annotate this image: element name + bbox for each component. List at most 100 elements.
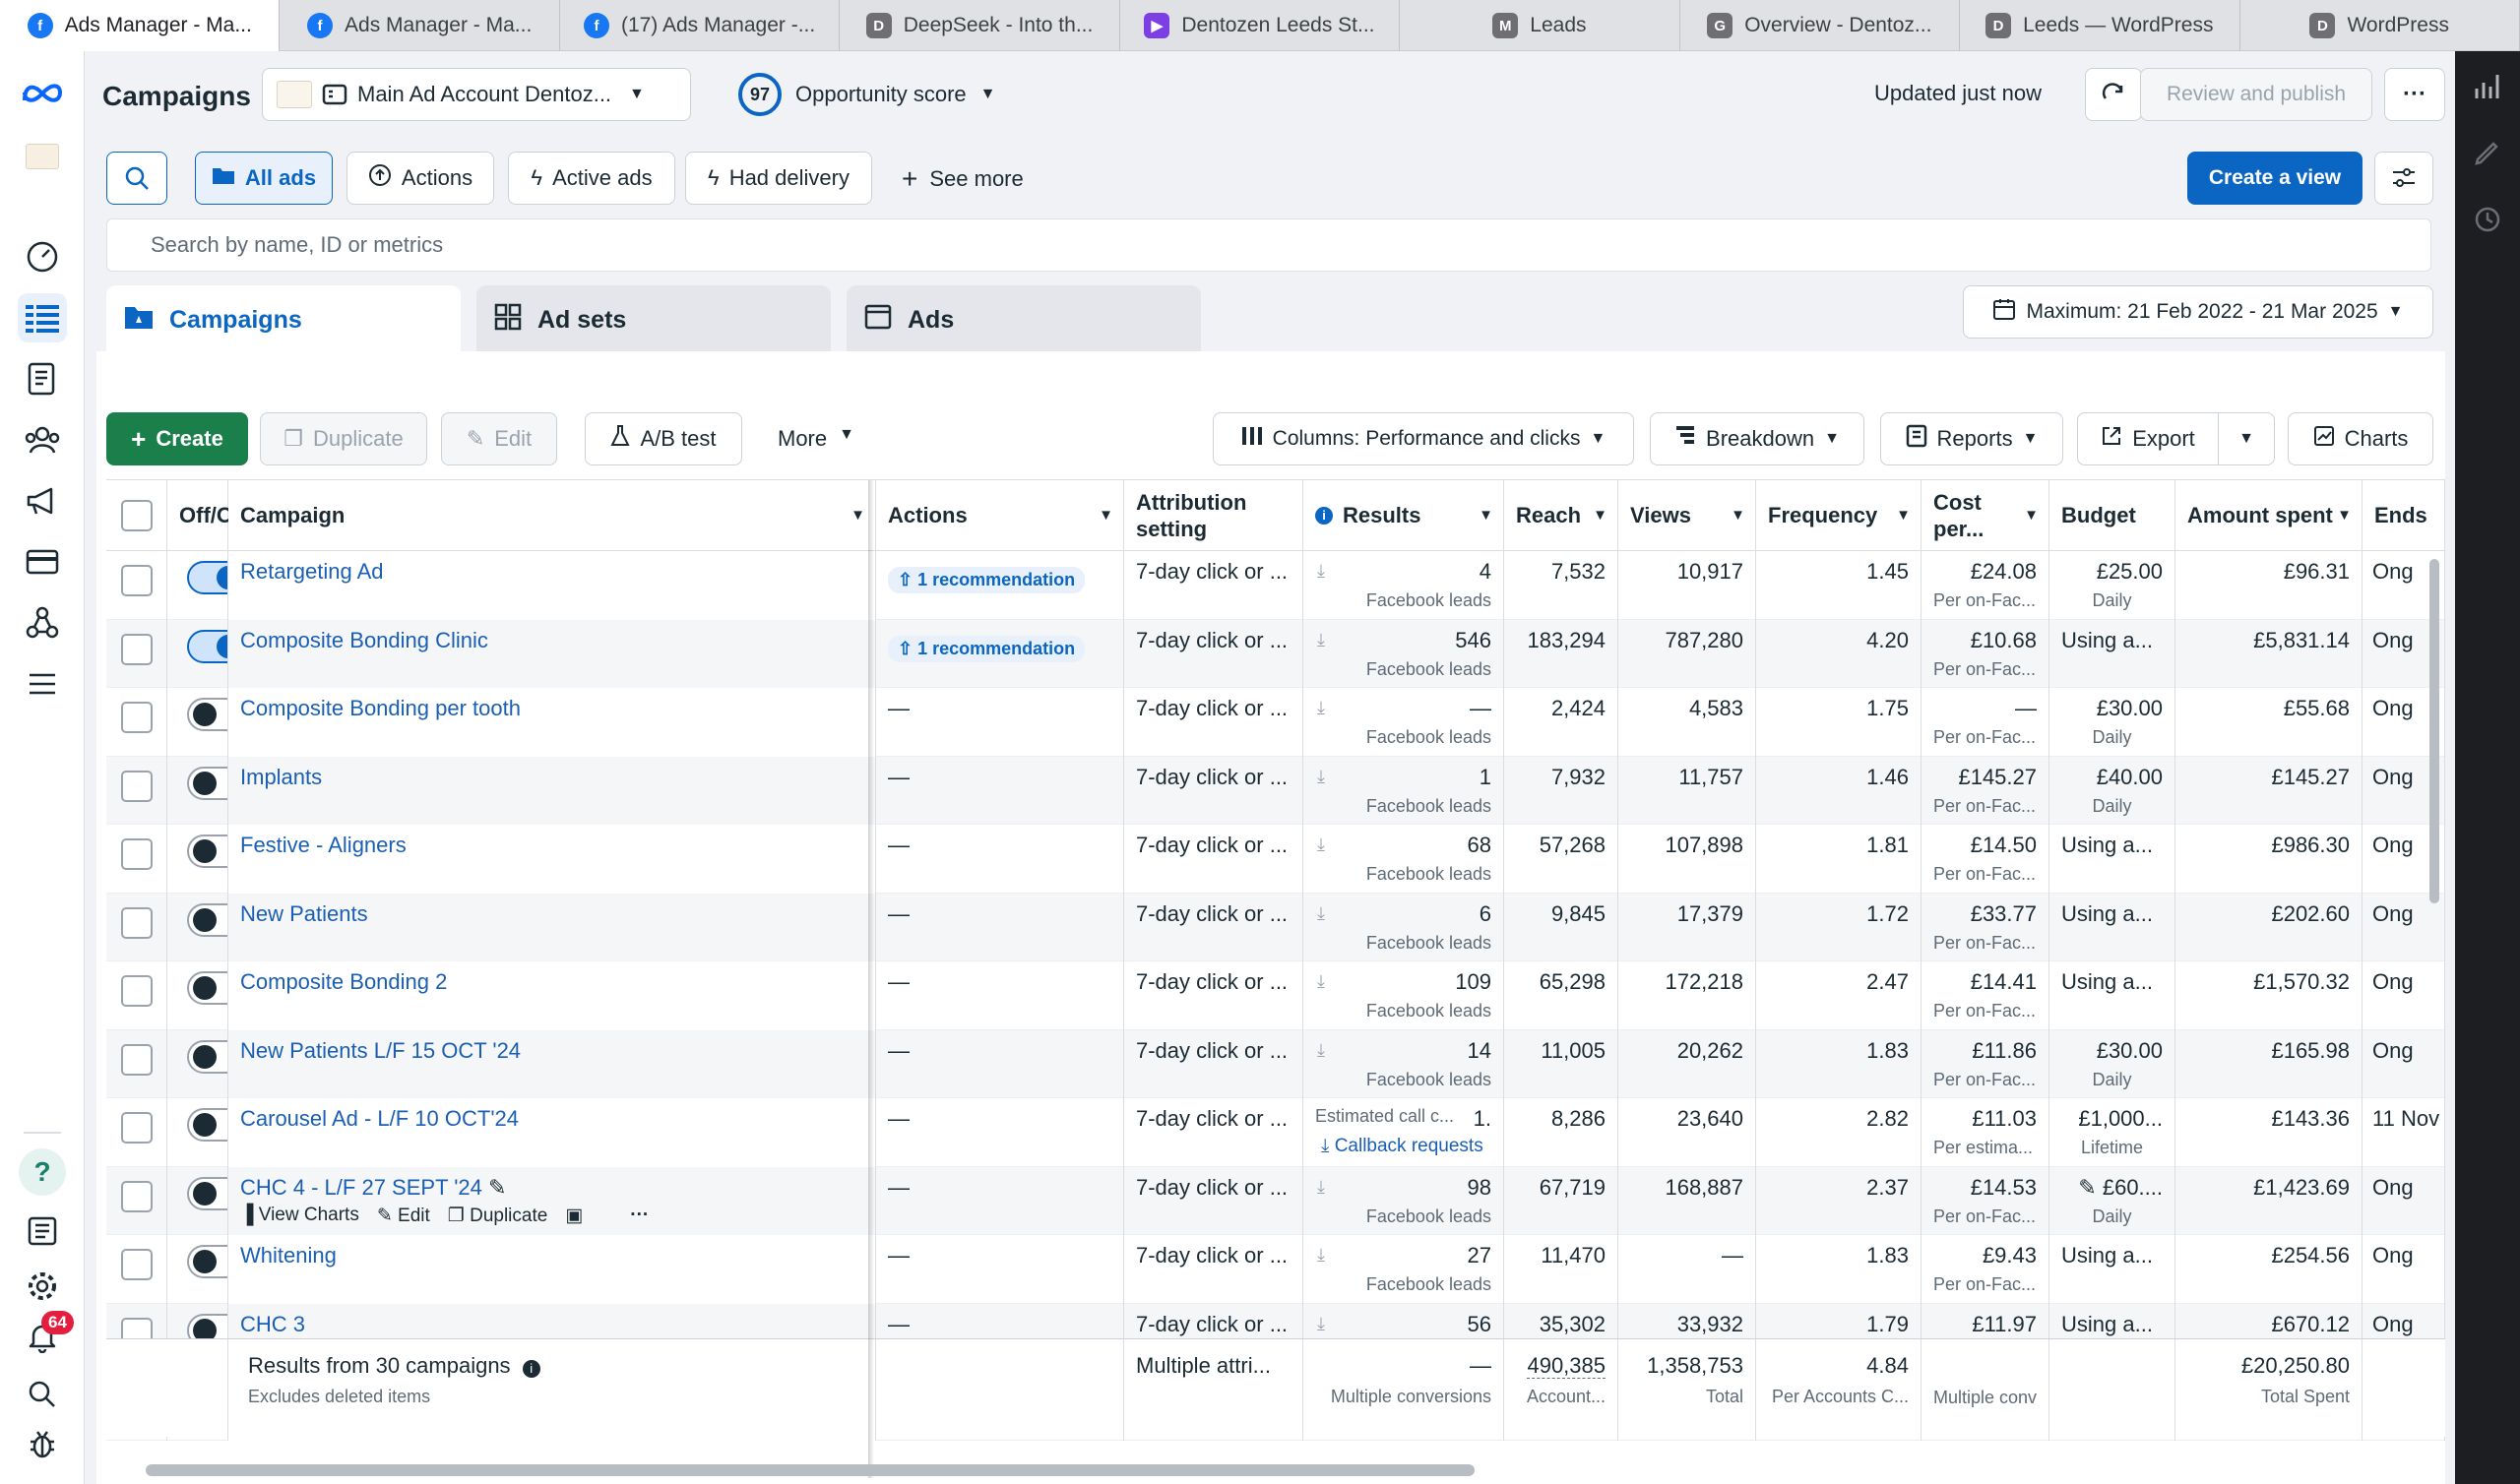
- tab-ad-sets[interactable]: Ad sets: [476, 285, 831, 354]
- download-icon[interactable]: ⤓: [1317, 1245, 1325, 1266]
- more-options-button[interactable]: ···: [2384, 68, 2445, 121]
- browser-tab[interactable]: f Ads Manager - Ma...: [0, 0, 281, 51]
- filter-settings-button[interactable]: [2374, 152, 2433, 205]
- sort-chevron-icon[interactable]: ▼: [2024, 502, 2039, 528]
- ad-account-selector[interactable]: Main Ad Account Dentoz... ▼: [262, 68, 691, 121]
- info-icon[interactable]: i: [1315, 506, 1333, 525]
- megaphone-icon[interactable]: [18, 476, 67, 526]
- tab-ads[interactable]: Ads: [847, 285, 1201, 354]
- row-checkbox[interactable]: [120, 770, 153, 802]
- campaign-name-link[interactable]: CHC 3: [240, 1312, 305, 1336]
- sort-chevron-icon[interactable]: ▼: [850, 502, 865, 528]
- campaign-toggle[interactable]: [187, 1176, 227, 1210]
- download-icon[interactable]: ⤓: [1317, 698, 1325, 718]
- export-options-dropdown[interactable]: ▼: [2218, 412, 2275, 465]
- campaign-toggle[interactable]: [187, 902, 227, 937]
- report-bug-icon[interactable]: [18, 1419, 67, 1468]
- campaign-name-link[interactable]: Composite Bonding Clinic: [240, 628, 488, 652]
- actions-filter[interactable]: Actions: [346, 152, 494, 205]
- campaign-toggle[interactable]: [187, 1108, 227, 1142]
- select-all-checkbox[interactable]: [120, 499, 153, 531]
- history-clock-icon[interactable]: [2473, 205, 2502, 239]
- billing-card-icon[interactable]: [18, 537, 67, 587]
- table-row[interactable]: — 7-day click or ... Estimated call c... 1.…: [106, 1098, 2445, 1167]
- sort-chevron-icon[interactable]: ▼: [1731, 502, 1745, 528]
- browser-tab[interactable]: G Overview - Dentoz...: [1680, 0, 1961, 51]
- campaign-name-link[interactable]: Composite Bonding 2: [240, 969, 447, 994]
- table-row[interactable]: — 7-day click or ... ⤓ 68 Facebook leads 57,2…: [106, 825, 2445, 894]
- create-view-button[interactable]: Create a view: [2187, 152, 2362, 205]
- edit-link[interactable]: ✎ Edit: [377, 1205, 430, 1227]
- browser-tab[interactable]: D Leeds — WordPress: [1960, 0, 2240, 51]
- refresh-button[interactable]: [2085, 68, 2142, 121]
- column-header-amount[interactable]: Amount spent ▼: [2175, 480, 2362, 551]
- row-checkbox[interactable]: [120, 975, 153, 1007]
- vertical-scrollbar[interactable]: [2429, 559, 2439, 903]
- ads-manager-table-icon[interactable]: [18, 293, 67, 342]
- column-header-attr[interactable]: Attribution setting: [1124, 480, 1303, 551]
- table-row[interactable]: — 7-day click or ... ⤓ — Facebook leads 2,424…: [106, 688, 2445, 757]
- all-tools-menu-icon[interactable]: [18, 659, 67, 709]
- business-network-icon[interactable]: [18, 598, 67, 648]
- browser-tab[interactable]: M Leads: [1400, 0, 1680, 51]
- horizontal-scrollbar[interactable]: [146, 1464, 1475, 1476]
- date-range-picker[interactable]: Maximum: 21 Feb 2022 - 21 Mar 2025 ▼: [1963, 285, 2433, 339]
- table-row[interactable]: — 7-day click or ... ⤓ 1 Facebook leads 7,932…: [106, 756, 2445, 825]
- help-icon[interactable]: ?: [18, 1147, 67, 1197]
- row-checkbox[interactable]: [120, 702, 153, 733]
- column-header-reach[interactable]: Reach ▼: [1504, 480, 1618, 551]
- table-row[interactable]: — 7-day click or ... ⤓ 98 Facebook leads 67,7…: [106, 1166, 2445, 1235]
- column-header-budget[interactable]: Budget: [2049, 480, 2175, 551]
- row-more-button[interactable]: ···: [630, 1205, 649, 1226]
- download-icon[interactable]: ⤓: [1317, 630, 1325, 650]
- export-button[interactable]: Export: [2077, 412, 2219, 465]
- search-button[interactable]: [106, 152, 167, 205]
- browser-tab[interactable]: f (17) Ads Manager -...: [560, 0, 841, 51]
- row-checkbox[interactable]: [120, 906, 153, 939]
- news-feed-icon[interactable]: [18, 1206, 67, 1256]
- table-row[interactable]: — 7-day click or ... ⤓ 27 Facebook leads 11,4…: [106, 1235, 2445, 1304]
- sort-chevron-icon[interactable]: ▼: [1099, 502, 1113, 528]
- campaign-toggle[interactable]: [187, 629, 227, 663]
- column-header-off-on[interactable]: Off/On: [167, 480, 246, 551]
- campaign-toggle[interactable]: [187, 766, 227, 800]
- download-icon[interactable]: ⤓: [1317, 903, 1325, 924]
- preview-image-icon[interactable]: ▣: [565, 1205, 583, 1227]
- edit-button[interactable]: ✎ Edit: [441, 412, 557, 465]
- row-checkbox[interactable]: [120, 1112, 153, 1144]
- active-ads-filter[interactable]: ϟ Active ads: [508, 152, 675, 205]
- campaign-name-link[interactable]: Retargeting Ad: [240, 559, 384, 584]
- campaign-toggle[interactable]: [187, 1245, 227, 1278]
- campaign-name-link[interactable]: CHC 4 - L/F 27 SEPT '24: [240, 1175, 482, 1200]
- campaign-name-link[interactable]: Implants: [240, 765, 322, 789]
- download-icon[interactable]: ⤓: [1317, 835, 1325, 855]
- edit-pencil-icon[interactable]: [2473, 138, 2502, 172]
- campaign-name-link[interactable]: Festive - Aligners: [240, 833, 407, 857]
- notifications-bell-icon[interactable]: 64: [18, 1311, 74, 1362]
- browser-tab[interactable]: D WordPress: [2240, 0, 2520, 51]
- review-publish-button[interactable]: Review and publish: [2140, 68, 2372, 121]
- campaign-name-link[interactable]: Whitening: [240, 1243, 337, 1268]
- see-more-filters[interactable]: + See more: [902, 163, 1024, 195]
- table-row[interactable]: — 7-day click or ... ⤓ 6 Facebook leads 9,845…: [106, 893, 2445, 961]
- column-header-campaign[interactable]: Campaign ▼: [228, 480, 876, 551]
- column-header-check[interactable]: [106, 480, 167, 551]
- charts-button[interactable]: Charts: [2288, 412, 2433, 465]
- download-icon[interactable]: ⤓: [1317, 767, 1325, 787]
- column-header-views[interactable]: Views ▼: [1618, 480, 1756, 551]
- row-checkbox[interactable]: [120, 565, 153, 596]
- campaign-name-link[interactable]: Composite Bonding per tooth: [240, 696, 521, 720]
- campaign-toggle[interactable]: [187, 561, 227, 594]
- column-header-res[interactable]: i Results ▼: [1303, 480, 1504, 551]
- campaign-toggle[interactable]: [187, 971, 227, 1005]
- recommendation-badge[interactable]: ⇧ 1 recommendation: [888, 567, 1086, 593]
- breakdown-button[interactable]: Breakdown ▼: [1650, 412, 1864, 465]
- reports-button[interactable]: Reports ▼: [1880, 412, 2063, 465]
- all-ads-filter[interactable]: All ads: [195, 152, 333, 205]
- campaign-toggle[interactable]: [187, 835, 227, 868]
- info-icon[interactable]: i: [522, 1360, 540, 1378]
- sort-chevron-icon[interactable]: ▼: [1593, 502, 1607, 528]
- create-button[interactable]: + Create: [106, 412, 248, 465]
- download-icon[interactable]: ⤓: [1317, 1177, 1325, 1198]
- meta-logo-icon[interactable]: [18, 69, 67, 118]
